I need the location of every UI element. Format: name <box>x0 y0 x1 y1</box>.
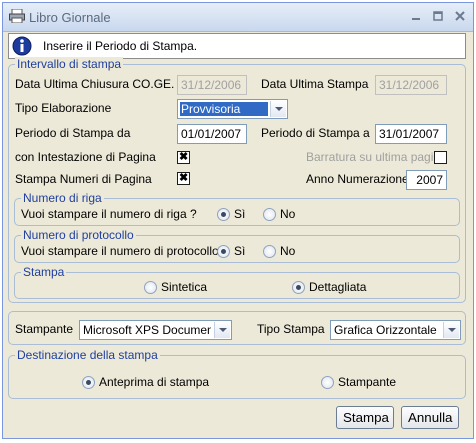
numero-riga-question: Vuoi stampare il numero di riga ? <box>21 207 197 221</box>
numero-protocollo-question: Vuoi stampare il numero di protocollo ? <box>21 244 229 258</box>
chevron-down-icon[interactable] <box>443 322 459 338</box>
info-icon <box>12 36 32 56</box>
numeri-pagina-label: Stampa Numeri di Pagina <box>15 172 152 186</box>
title-bar: Libro Giornale <box>3 3 473 32</box>
printer-settings-panel: Stampante Microsoft XPS Document Writer … <box>8 311 466 345</box>
anno-numerazione-field[interactable]: 2007 <box>406 170 447 190</box>
info-message: Inserire il Periodo di Stampa. <box>43 39 198 53</box>
intervallo-group-title: Intervallo di stampa <box>15 57 124 71</box>
numero-riga-title: Numero di riga <box>21 191 104 205</box>
destinazione-stampa-group: Destinazione della stampa Anteprima di s… <box>8 348 466 399</box>
stampante-dest-label: Stampante <box>338 375 397 389</box>
stampante-label: Stampante <box>15 322 74 336</box>
numero-riga-group: Numero di riga Vuoi stampare il numero d… <box>14 191 460 226</box>
stampa-title: Stampa <box>21 265 67 279</box>
tipo-elaborazione-value: Provvisoria <box>180 102 268 116</box>
tipo-stampa-label: Tipo Stampa <box>257 322 325 336</box>
libro-giornale-window: Libro Giornale Inserire il Periodo di St… <box>2 2 474 439</box>
numero-riga-si-label: Sì <box>234 207 246 221</box>
numeri-pagina-checkbox[interactable] <box>177 171 190 185</box>
dettagliata-label: Dettagliata <box>309 280 367 294</box>
tipo-elaborazione-select[interactable]: Provvisoria <box>177 99 288 119</box>
anno-numerazione-label: Anno Numerazione <box>306 172 409 186</box>
periodo-a-label: Periodo di Stampa a <box>261 126 370 140</box>
data-stampa-label: Data Ultima Stampa <box>261 77 369 91</box>
periodo-da-label: Periodo di Stampa da <box>15 126 131 140</box>
numero-protocollo-no-label: No <box>280 244 296 258</box>
destinazione-title: Destinazione della stampa <box>15 348 160 362</box>
numero-riga-no-label: No <box>280 207 296 221</box>
barratura-label: Barratura su ultima pagina <box>306 150 447 164</box>
tipo-elaborazione-label: Tipo Elaborazione <box>15 101 112 115</box>
chevron-down-icon[interactable] <box>270 101 286 117</box>
anteprima-radio[interactable] <box>82 376 95 389</box>
periodo-a-field[interactable]: 31/01/2007 <box>375 124 447 144</box>
data-chiusura-field: 31/12/2006 <box>177 75 247 95</box>
sintetica-radio[interactable] <box>144 281 157 294</box>
numero-riga-no-radio[interactable] <box>263 208 276 221</box>
tipo-stampa-select[interactable]: Grafica Orizzontale <box>330 320 461 340</box>
stampante-dest-radio[interactable] <box>321 376 334 389</box>
info-bar: Inserire il Periodo di Stampa. <box>8 33 466 59</box>
data-stampa-field: 31/12/2006 <box>375 75 447 95</box>
intestazione-label: con Intestazione di Pagina <box>15 150 156 164</box>
intestazione-checkbox[interactable] <box>177 150 190 164</box>
window-title: Libro Giornale <box>29 10 111 25</box>
data-chiusura-label: Data Ultima Chiusura CO.GE. <box>15 77 175 91</box>
intervallo-stampa-group: Intervallo di stampa Data Ultima Chiusur… <box>8 57 466 303</box>
tipo-stampa-value: Grafica Orizzontale <box>334 323 437 337</box>
stampante-value: Microsoft XPS Document Writer <box>83 323 211 337</box>
sintetica-label: Sintetica <box>161 280 208 294</box>
stampa-button[interactable]: Stampa <box>336 406 394 429</box>
periodo-da-field[interactable]: 01/01/2007 <box>177 124 247 144</box>
numero-riga-si-radio[interactable] <box>217 208 230 221</box>
stampa-group: Stampa Sintetica Dettagliata <box>14 265 460 299</box>
dettagliata-radio[interactable] <box>292 281 305 294</box>
minimize-icon[interactable] <box>410 10 422 22</box>
chevron-down-icon[interactable] <box>214 322 230 338</box>
close-icon[interactable] <box>454 10 466 22</box>
numero-protocollo-no-radio[interactable] <box>263 245 276 258</box>
printer-icon <box>9 9 25 23</box>
barratura-checkbox[interactable] <box>434 151 447 164</box>
anteprima-label: Anteprima di stampa <box>99 375 210 389</box>
numero-protocollo-title: Numero di protocollo <box>21 228 136 242</box>
numero-protocollo-group: Numero di protocollo Vuoi stampare il nu… <box>14 228 460 263</box>
numero-protocollo-si-radio[interactable] <box>217 245 230 258</box>
numero-protocollo-si-label: Sì <box>234 244 246 258</box>
stampante-select[interactable]: Microsoft XPS Document Writer <box>79 320 232 340</box>
annulla-button[interactable]: Annulla <box>401 406 459 429</box>
maximize-icon[interactable] <box>432 10 444 22</box>
